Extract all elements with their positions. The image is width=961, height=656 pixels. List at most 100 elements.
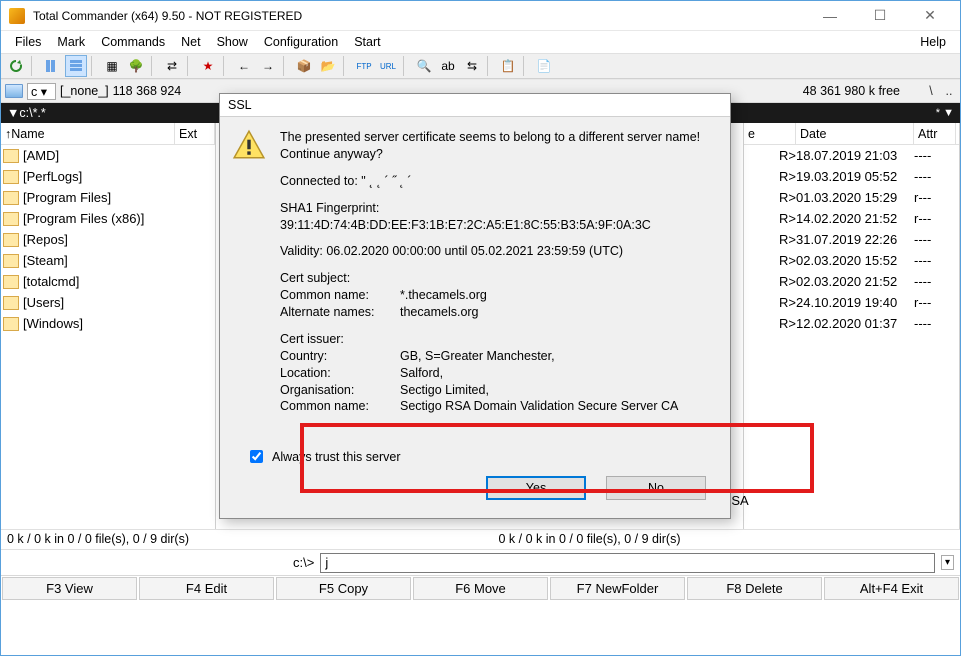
file-date: 02.03.2020 21:52: [796, 274, 914, 289]
titlebar: Total Commander (x64) 9.50 - NOT REGISTE…: [1, 1, 960, 31]
menu-show[interactable]: Show: [209, 33, 256, 51]
drive-info-left: 118 368 924: [113, 84, 182, 98]
copy-names-icon[interactable]: 📋: [497, 55, 519, 77]
file-date: 02.03.2020 15:52: [796, 253, 914, 268]
no-button[interactable]: No: [606, 476, 706, 500]
list-item[interactable]: R>01.03.2020 15:29r---: [744, 187, 959, 208]
file-size: R>: [744, 274, 796, 289]
view-brief-icon[interactable]: [41, 55, 63, 77]
f8-delete[interactable]: F8 Delete: [687, 577, 822, 600]
list-item[interactable]: [Program Files]: [1, 187, 215, 208]
ftp-icon[interactable]: FTP: [353, 55, 375, 77]
folder-icon: [3, 149, 19, 163]
toolbar: ▦ 🌳 ⇄ ★ ← → 📦 📂 FTP URL 🔍 ab ⇆ 📋 📄: [1, 53, 960, 79]
file-date: 18.07.2019 21:03: [796, 148, 914, 163]
unpack-icon[interactable]: 📂: [317, 55, 339, 77]
notepad-icon[interactable]: 📄: [533, 55, 555, 77]
root-button[interactable]: \: [924, 84, 938, 98]
url-icon[interactable]: URL: [377, 55, 399, 77]
file-attr: r---: [914, 190, 956, 205]
menu-files[interactable]: Files: [7, 33, 49, 51]
left-file-list[interactable]: [AMD] [PerfLogs] [Program Files][Program F…: [1, 145, 215, 529]
drive-icon[interactable]: [5, 84, 23, 98]
col-attr[interactable]: Attr: [914, 123, 956, 144]
f3-view[interactable]: F3 View: [2, 577, 137, 600]
menubar: Files Mark Commands Net Show Configurati…: [1, 31, 960, 53]
file-date: 31.07.2019 22:26: [796, 232, 914, 247]
always-trust-label: Always trust this server: [272, 450, 401, 464]
sync-icon[interactable]: ⇆: [461, 55, 483, 77]
file-date: 19.03.2019 05:52: [796, 169, 914, 184]
col-date[interactable]: Date: [796, 123, 914, 144]
f7-newfolder[interactable]: F7 NewFolder: [550, 577, 685, 600]
file-size: R>: [744, 295, 796, 310]
swap-icon[interactable]: ⇄: [161, 55, 183, 77]
list-item[interactable]: R>02.03.2020 21:52----: [744, 271, 959, 292]
close-button[interactable]: ✕: [908, 2, 952, 30]
file-size: R>: [744, 232, 796, 247]
cmd-input[interactable]: [320, 553, 935, 573]
refresh-icon[interactable]: [5, 55, 27, 77]
list-item[interactable]: [AMD]: [1, 145, 215, 166]
file-attr: ----: [914, 169, 956, 184]
f5-copy[interactable]: F5 Copy: [276, 577, 411, 600]
drive-select-left[interactable]: c ▾: [27, 83, 56, 100]
maximize-button[interactable]: ☐: [858, 2, 902, 30]
view-full-icon[interactable]: [65, 55, 87, 77]
file-name: [Windows]: [23, 316, 83, 331]
list-item[interactable]: [Users]: [1, 292, 215, 313]
multirename-icon[interactable]: ab: [437, 55, 459, 77]
f6-move[interactable]: F6 Move: [413, 577, 548, 600]
altf4-exit[interactable]: Alt+F4 Exit: [824, 577, 959, 600]
col-name[interactable]: ↑Name: [1, 123, 175, 144]
updir-button[interactable]: ..: [942, 84, 956, 98]
menu-mark[interactable]: Mark: [49, 33, 93, 51]
tree-icon[interactable]: 🌳: [125, 55, 147, 77]
menu-configuration[interactable]: Configuration: [256, 33, 346, 51]
status-left: 0 k / 0 k in 0 / 0 file(s), 0 / 9 dir(s): [1, 530, 469, 549]
thumbnails-icon[interactable]: ▦: [101, 55, 123, 77]
list-item[interactable]: [Program Files (x86)]: [1, 208, 215, 229]
list-item[interactable]: [Windows]: [1, 313, 215, 334]
dialog-text: The presented server certificate seems t…: [280, 129, 714, 425]
search-icon[interactable]: 🔍: [413, 55, 435, 77]
col-size[interactable]: e: [744, 123, 796, 144]
f4-edit[interactable]: F4 Edit: [139, 577, 274, 600]
always-trust-checkbox[interactable]: [250, 450, 263, 463]
list-item[interactable]: R>19.03.2019 05:52----: [744, 166, 959, 187]
list-item[interactable]: R>14.02.2020 21:52r---: [744, 208, 959, 229]
file-size: R>: [744, 253, 796, 268]
menu-help[interactable]: Help: [912, 33, 954, 51]
menu-commands[interactable]: Commands: [93, 33, 173, 51]
list-item[interactable]: [Steam]: [1, 250, 215, 271]
minimize-button[interactable]: —: [808, 2, 852, 30]
forward-icon[interactable]: →: [257, 55, 279, 77]
list-item[interactable]: R>31.07.2019 22:26----: [744, 229, 959, 250]
invert-icon[interactable]: ★: [197, 55, 219, 77]
file-name: [PerfLogs]: [23, 169, 82, 184]
file-attr: r---: [914, 295, 956, 310]
folder-icon: [3, 170, 19, 184]
file-date: 14.02.2020 21:52: [796, 211, 914, 226]
cmd-dropdown-icon[interactable]: ▾: [941, 555, 954, 570]
list-item[interactable]: R>12.02.2020 01:37----: [744, 313, 959, 334]
menu-start[interactable]: Start: [346, 33, 388, 51]
list-item[interactable]: R>18.07.2019 21:03----: [744, 145, 959, 166]
list-item[interactable]: [Repos]: [1, 229, 215, 250]
col-ext[interactable]: Ext: [175, 123, 215, 144]
file-name: [totalcmd]: [23, 274, 79, 289]
list-item[interactable]: R>02.03.2020 15:52----: [744, 250, 959, 271]
yes-button[interactable]: Yes: [486, 476, 586, 500]
file-date: 12.02.2020 01:37: [796, 316, 914, 331]
folder-icon: [3, 296, 19, 310]
pack-icon[interactable]: 📦: [293, 55, 315, 77]
list-item[interactable]: [totalcmd]: [1, 271, 215, 292]
file-size: R>: [744, 190, 796, 205]
list-item[interactable]: [PerfLogs]: [1, 166, 215, 187]
menu-net[interactable]: Net: [173, 33, 208, 51]
back-icon[interactable]: ←: [233, 55, 255, 77]
colhead-right: e Date Attr: [744, 123, 959, 145]
warning-icon: [232, 129, 266, 161]
right-file-list[interactable]: R>18.07.2019 21:03----R>19.03.2019 05:52…: [744, 145, 959, 529]
list-item[interactable]: R>24.10.2019 19:40r---: [744, 292, 959, 313]
